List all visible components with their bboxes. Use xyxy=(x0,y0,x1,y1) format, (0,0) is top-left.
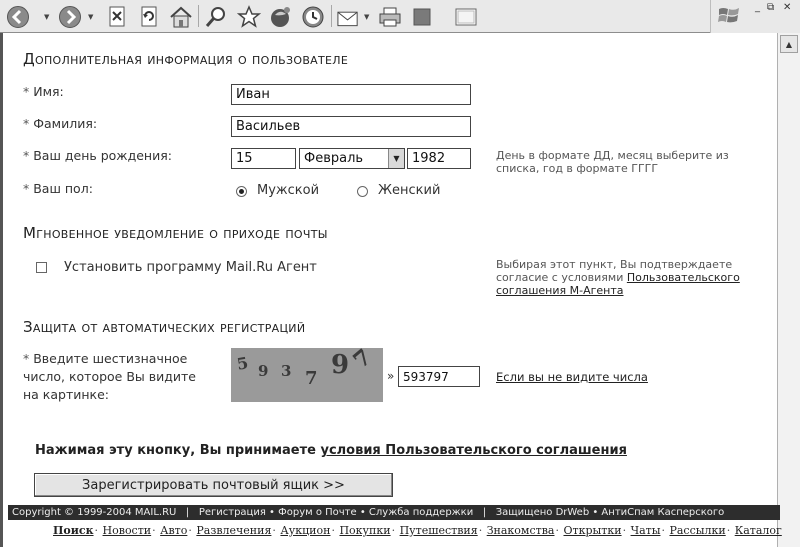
user-info-heading: Дополнительная информация о пользователе xyxy=(23,50,349,68)
birth-month-select[interactable]: Февраль ▼ xyxy=(299,148,405,169)
agreement-text: Нажимая эту кнопку, Вы принимаете услови… xyxy=(35,443,627,458)
footer-bar: Copyright © 1999-2004 MAIL.RU | Регистра… xyxy=(8,505,780,520)
vertical-scrollbar[interactable]: ▲ xyxy=(777,33,800,547)
mail-agent-label: Установить программу Mail.Ru Агент xyxy=(64,260,317,275)
gender-label: * Ваш пол: xyxy=(23,181,93,196)
windows-logo-icon xyxy=(717,3,743,33)
name-field[interactable]: Иван xyxy=(231,84,471,105)
history-icon[interactable] xyxy=(300,4,325,29)
footer-right-links[interactable]: Защищено DrWeb • АнтиСпам Касперского xyxy=(496,507,725,518)
nav-sep: · xyxy=(272,524,276,537)
nav-link-cards[interactable]: Открытки xyxy=(563,524,621,537)
forward-icon[interactable] xyxy=(57,4,82,29)
surname-label: * Фамилия: xyxy=(23,116,98,131)
captcha-char: 9 xyxy=(331,350,350,380)
gender-female-label: Женский xyxy=(378,183,441,198)
footer-separator: | xyxy=(482,507,487,518)
captcha-char: 9 xyxy=(258,362,269,380)
nav-sep: · xyxy=(152,524,156,537)
nav-link-search[interactable]: Поиск xyxy=(53,524,94,537)
nav-link-shopping[interactable]: Покупки xyxy=(339,524,390,537)
discuss-icon[interactable] xyxy=(453,4,478,29)
nav-sep: · xyxy=(726,524,731,537)
home-icon[interactable] xyxy=(168,4,193,29)
register-button[interactable]: Зарегистрировать почтовый ящик >> xyxy=(34,473,393,497)
captcha-label: * Введите шестизначное число, которое Вы… xyxy=(23,351,196,402)
gender-male-radio[interactable] xyxy=(236,186,247,197)
search-icon[interactable] xyxy=(203,4,228,29)
captcha-char: 7 xyxy=(305,368,318,389)
page-content: Дополнительная информация о пользователе… xyxy=(0,33,782,547)
nav-sep: · xyxy=(478,524,483,537)
edit-icon[interactable] xyxy=(409,4,434,29)
nav-sep: · xyxy=(331,524,335,537)
media-icon[interactable] xyxy=(268,4,293,29)
chevron-down-icon[interactable]: ▼ xyxy=(388,149,404,168)
back-dropdown-icon[interactable]: ▼ xyxy=(44,13,49,21)
gender-male-label: Мужской xyxy=(257,183,320,198)
scroll-up-icon[interactable]: ▲ xyxy=(780,35,798,53)
browser-toolbar: ▼ ▼ ▼ _ ⧉ ✕ xyxy=(0,0,800,33)
nav-link-auto[interactable]: Авто xyxy=(160,524,187,537)
captcha-char: 3 xyxy=(281,362,292,380)
print-icon[interactable] xyxy=(377,4,402,29)
toolbar-separator xyxy=(198,5,199,27)
copyright-text: Copyright © 1999-2004 MAIL.RU xyxy=(12,507,177,518)
mail-agent-hint: Выбирая этот пункт, Вы подтверждаете сог… xyxy=(496,258,740,297)
name-label: * Имя: xyxy=(23,84,64,99)
notify-heading: Мгновенное уведомление о приходе почты xyxy=(23,224,328,242)
favorites-icon[interactable] xyxy=(236,4,261,29)
gender-female-radio[interactable] xyxy=(357,186,368,197)
nav-link-auction[interactable]: Аукцион xyxy=(280,524,330,537)
nav-link-news[interactable]: Новости xyxy=(103,524,152,537)
mail-icon[interactable] xyxy=(336,4,361,29)
nav-sep: · xyxy=(622,524,627,537)
captcha-image: 5 9 3 7 9 7 xyxy=(231,348,383,402)
captcha-char: 5 xyxy=(235,353,250,374)
nav-link-mailing[interactable]: Рассылки xyxy=(669,524,725,537)
nav-sep: · xyxy=(661,524,665,537)
surname-field[interactable]: Васильев xyxy=(231,116,471,137)
captcha-arrow: » xyxy=(387,369,395,383)
mail-dropdown-icon[interactable]: ▼ xyxy=(364,13,369,21)
minimize-icon[interactable]: _ xyxy=(755,2,760,14)
captcha-heading: Защита от автоматических регистраций xyxy=(23,318,306,336)
nav-link-dating[interactable]: Знакомства xyxy=(487,524,555,537)
birth-month-value: Февраль xyxy=(304,151,364,166)
nav-sep: · xyxy=(555,524,559,537)
captcha-input[interactable]: 593797 xyxy=(398,366,480,387)
refresh-icon[interactable] xyxy=(136,4,161,29)
bottom-nav: Поиск· Новости· Авто· Развлечения· Аукци… xyxy=(53,524,782,537)
birth-day-field[interactable]: 15 xyxy=(231,148,296,169)
birthday-hint: День в формате ДД, месяц выберите из спи… xyxy=(496,149,729,175)
toolbar-separator xyxy=(331,5,332,27)
birth-year-field[interactable]: 1982 xyxy=(407,148,471,169)
nav-sep: · xyxy=(94,524,99,537)
window-area: _ ⧉ ✕ xyxy=(710,0,800,33)
nav-link-entertainment[interactable]: Развлечения xyxy=(196,524,271,537)
footer-separator: | xyxy=(185,507,190,518)
nav-link-travel[interactable]: Путешествия xyxy=(400,524,478,537)
mail-agent-checkbox[interactable] xyxy=(36,262,47,273)
user-agreement-link[interactable]: условия Пользовательского соглашения xyxy=(320,443,626,458)
birthday-label: * Ваш день рождения: xyxy=(23,148,172,163)
captcha-char: 7 xyxy=(348,348,377,374)
close-icon[interactable]: ✕ xyxy=(783,2,791,14)
nav-sep: · xyxy=(391,524,396,537)
forward-dropdown-icon[interactable]: ▼ xyxy=(88,13,93,21)
footer-center-links[interactable]: Регистрация • Форум о Почте • Служба под… xyxy=(199,507,473,518)
nav-sep: · xyxy=(188,524,192,537)
back-icon[interactable] xyxy=(5,4,30,29)
nav-link-chats[interactable]: Чаты xyxy=(631,524,661,537)
cant-see-captcha-link[interactable]: Если вы не видите числа xyxy=(496,371,648,384)
stop-icon[interactable] xyxy=(104,4,129,29)
nav-link-catalog[interactable]: Каталог xyxy=(735,524,782,537)
restore-icon[interactable]: ⧉ xyxy=(767,2,774,14)
